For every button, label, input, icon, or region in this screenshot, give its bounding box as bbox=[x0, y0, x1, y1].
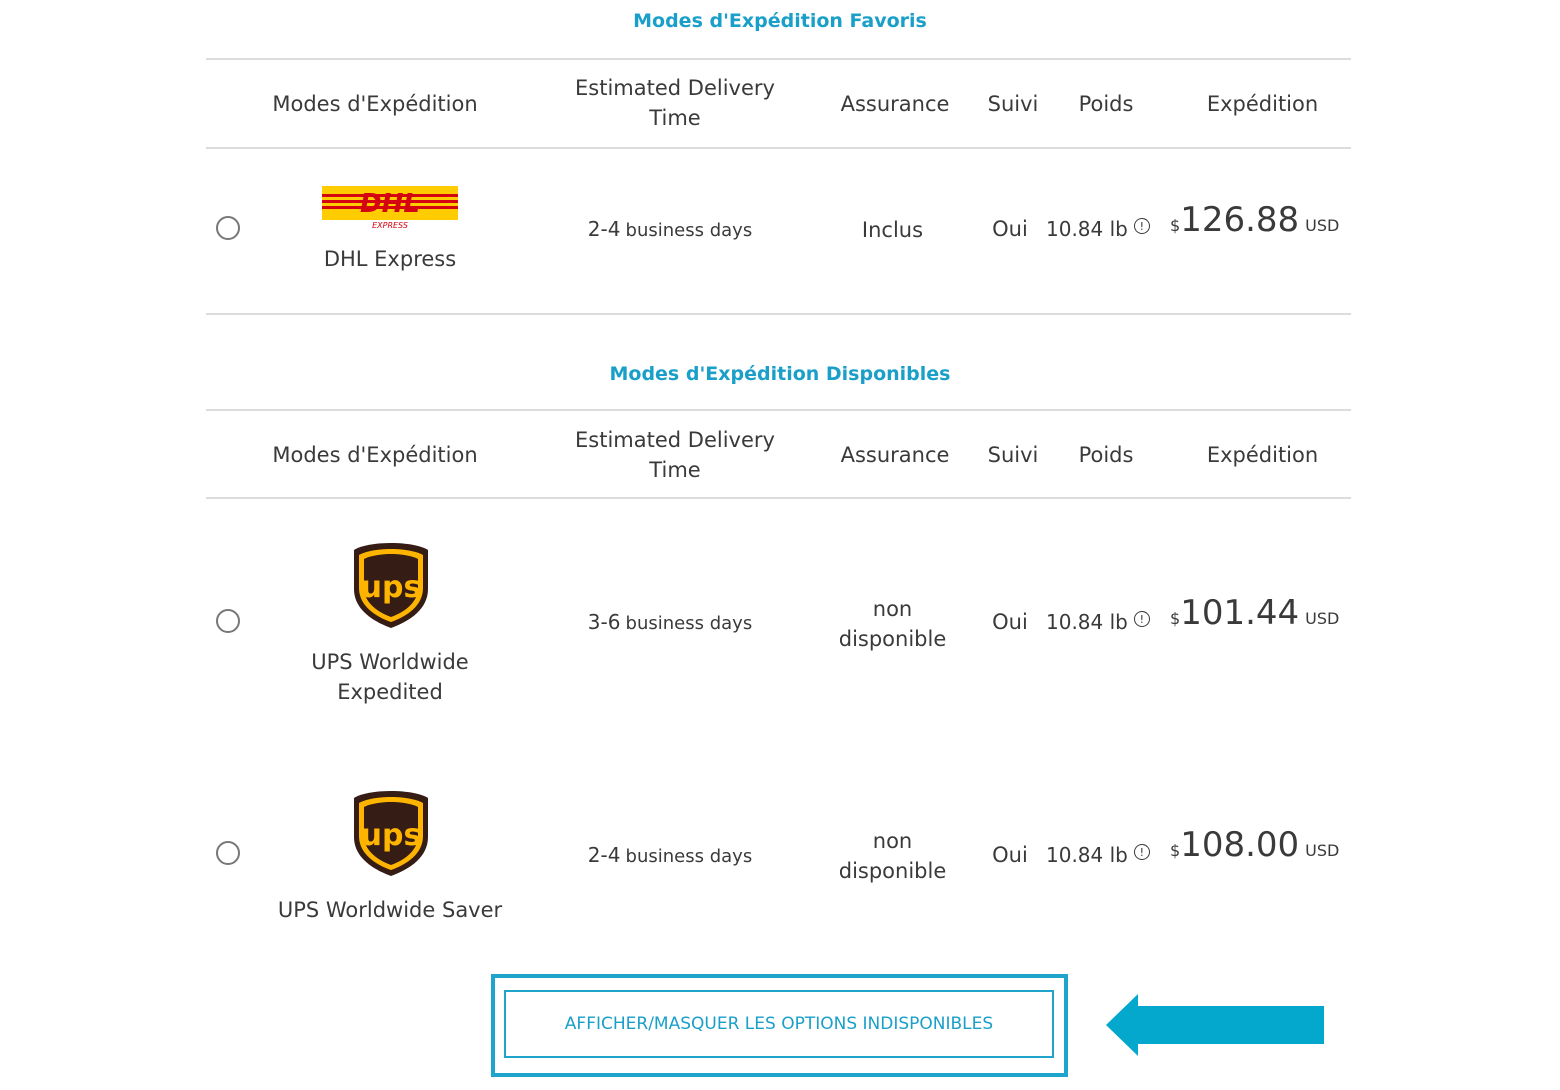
dhl-logo-subtext: EXPRESS bbox=[372, 221, 408, 230]
select-radio-dhl[interactable] bbox=[216, 216, 240, 240]
weight-value: 10.84 lb! bbox=[1046, 843, 1166, 867]
tracking-value: Oui bbox=[992, 217, 1028, 241]
currency-symbol: $ bbox=[1170, 841, 1181, 860]
carrier-name: UPS Worldwide Saver bbox=[277, 898, 503, 922]
select-radio-ups-saver[interactable] bbox=[216, 841, 240, 865]
insurance-line2: disponible bbox=[838, 627, 947, 651]
delivery-time: 2-4 business days bbox=[540, 843, 800, 867]
divider bbox=[206, 409, 1351, 411]
delivery-time: 2-4 business days bbox=[540, 217, 800, 241]
insurance-value: Inclus bbox=[861, 218, 924, 242]
delivery-unit: business days bbox=[625, 613, 753, 634]
header-delivery-line1: Estimated Delivery bbox=[575, 428, 775, 452]
ups-logo: ups bbox=[354, 543, 428, 628]
header-delivery-line2: Time bbox=[649, 106, 701, 130]
available-section-title: Modes d'Expédition Disponibles bbox=[609, 363, 951, 385]
header-delivery-line2: Time bbox=[649, 458, 701, 482]
carrier-name-line2: Expedited bbox=[337, 680, 443, 704]
carrier-name-line1: UPS Worldwide bbox=[311, 650, 469, 674]
header-shipping: Expédition bbox=[1206, 92, 1319, 116]
toggle-unavailable-options-button[interactable]: AFFICHER/MASQUER LES OPTIONS INDISPONIBL… bbox=[504, 990, 1054, 1058]
currency-symbol: $ bbox=[1170, 216, 1181, 235]
insurance-value: non disponible bbox=[810, 594, 975, 654]
divider bbox=[206, 497, 1351, 499]
currency-symbol: $ bbox=[1170, 609, 1181, 628]
price-amount: 108.00 bbox=[1180, 825, 1300, 865]
header-method: Modes d'Expédition bbox=[272, 443, 478, 467]
price-amount: 126.88 bbox=[1180, 200, 1300, 240]
header-weight: Poids bbox=[1078, 92, 1134, 116]
header-tracking: Suivi bbox=[987, 92, 1039, 116]
header-tracking: Suivi bbox=[987, 443, 1039, 467]
info-icon[interactable]: ! bbox=[1133, 611, 1150, 627]
price: $126.88 USD bbox=[1170, 200, 1350, 240]
weight-text: 10.84 lb bbox=[1046, 217, 1128, 241]
weight-text: 10.84 lb bbox=[1046, 610, 1128, 634]
dhl-logo-text: DHL bbox=[360, 189, 420, 219]
weight-text: 10.84 lb bbox=[1046, 843, 1128, 867]
insurance-line1: non bbox=[872, 597, 913, 621]
ups-logo-text: ups bbox=[361, 818, 422, 853]
tracking-value: Oui bbox=[992, 843, 1028, 867]
weight-value: 10.84 lb! bbox=[1046, 217, 1166, 241]
dhl-express-logo: DHL EXPRESS bbox=[322, 186, 458, 230]
tracking-value: Oui bbox=[992, 610, 1028, 634]
divider bbox=[206, 58, 1351, 60]
divider bbox=[206, 147, 1351, 149]
carrier-name: DHL Express bbox=[323, 247, 457, 271]
weight-value: 10.84 lb! bbox=[1046, 610, 1166, 634]
delivery-range: 2-4 bbox=[587, 217, 621, 241]
currency-code: USD bbox=[1305, 841, 1340, 860]
info-icon[interactable]: ! bbox=[1133, 218, 1150, 234]
carrier-name: UPS Worldwide Expedited bbox=[260, 647, 520, 707]
delivery-unit: business days bbox=[625, 846, 753, 867]
divider bbox=[206, 313, 1351, 315]
header-shipping: Expédition bbox=[1206, 443, 1319, 467]
ups-logo-text: ups bbox=[361, 570, 422, 605]
currency-code: USD bbox=[1305, 216, 1340, 235]
ups-logo: ups bbox=[354, 791, 428, 876]
insurance-line1: non bbox=[872, 829, 913, 853]
header-insurance: Assurance bbox=[840, 443, 950, 467]
price-amount: 101.44 bbox=[1180, 593, 1300, 633]
price: $108.00 USD bbox=[1170, 825, 1350, 865]
insurance-value: non disponible bbox=[810, 826, 975, 886]
left-arrow-icon bbox=[1106, 994, 1324, 1056]
delivery-unit: business days bbox=[625, 220, 753, 241]
select-radio-ups-expedited[interactable] bbox=[216, 609, 240, 633]
favorites-section-title: Modes d'Expédition Favoris bbox=[633, 10, 927, 32]
delivery-range: 3-6 bbox=[587, 610, 621, 634]
header-delivery: Estimated Delivery Time bbox=[555, 73, 795, 133]
delivery-range: 2-4 bbox=[587, 843, 621, 867]
header-weight: Poids bbox=[1078, 443, 1134, 467]
info-icon[interactable]: ! bbox=[1133, 844, 1150, 860]
header-method: Modes d'Expédition bbox=[272, 92, 478, 116]
insurance-line2: disponible bbox=[838, 859, 947, 883]
delivery-time: 3-6 business days bbox=[540, 610, 800, 634]
currency-code: USD bbox=[1305, 609, 1340, 628]
header-delivery: Estimated Delivery Time bbox=[555, 425, 795, 485]
header-insurance: Assurance bbox=[840, 92, 950, 116]
header-delivery-line1: Estimated Delivery bbox=[575, 76, 775, 100]
price: $101.44 USD bbox=[1170, 593, 1350, 633]
